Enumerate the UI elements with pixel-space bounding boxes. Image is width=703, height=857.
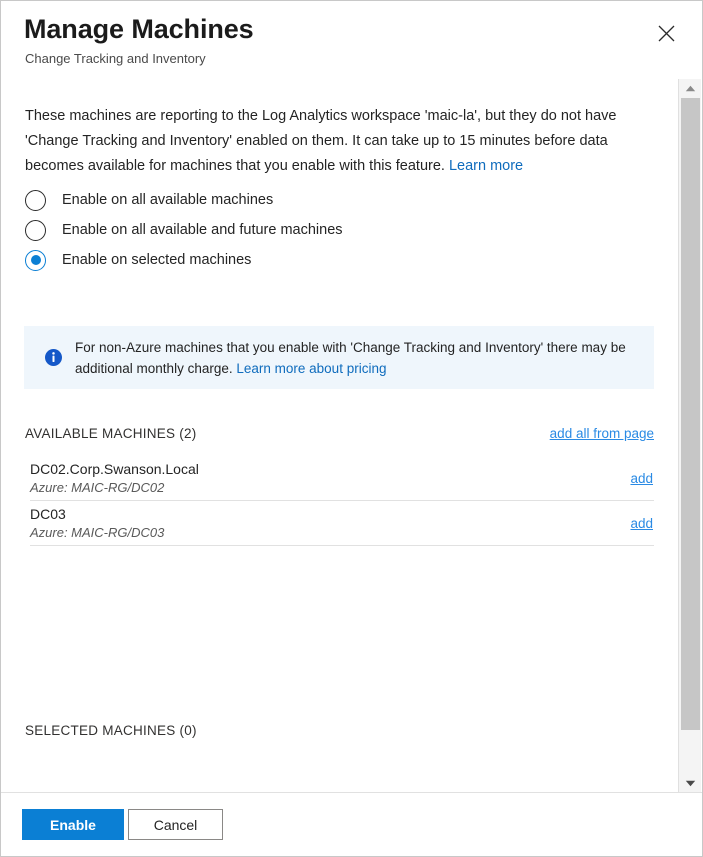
dialog-header: Manage Machines Change Tracking and Inve… <box>1 1 702 77</box>
available-machines-header: AVAILABLE MACHINES (2) add all from page <box>25 426 654 441</box>
description-paragraph: These machines are reporting to the Log … <box>25 108 617 174</box>
scrollbar-thumb[interactable] <box>681 98 700 730</box>
available-machines-list: DC02.Corp.Swanson.Local Azure: MAIC-RG/D… <box>30 456 654 546</box>
dialog-subtitle: Change Tracking and Inventory <box>25 51 206 66</box>
cancel-button[interactable]: Cancel <box>128 809 223 840</box>
page-title: Manage Machines <box>24 14 254 44</box>
add-machine-link[interactable]: add <box>630 471 654 486</box>
radio-circle-icon <box>25 219 46 241</box>
radio-option-selected-machines[interactable]: Enable on selected machines <box>25 245 625 275</box>
radio-option-all-available[interactable]: Enable on all available machines <box>25 185 625 215</box>
info-circle-icon <box>45 349 62 366</box>
radio-label: Enable on all available and future machi… <box>62 222 343 238</box>
machine-info: DC03 Azure: MAIC-RG/DC03 <box>30 505 164 542</box>
radio-option-all-available-and-future[interactable]: Enable on all available and future machi… <box>25 215 625 245</box>
machine-name: DC03 <box>30 505 66 522</box>
vertical-scrollbar[interactable] <box>678 79 701 792</box>
close-button[interactable] <box>652 19 680 47</box>
close-icon <box>658 25 675 42</box>
machine-info: DC02.Corp.Swanson.Local Azure: MAIC-RG/D… <box>30 460 199 497</box>
radio-label: Enable on all available machines <box>62 192 274 208</box>
info-banner-text: For non-Azure machines that you enable w… <box>75 337 654 379</box>
description-text: These machines are reporting to the Log … <box>25 104 655 179</box>
machine-subtitle: Azure: MAIC-RG/DC03 <box>30 524 165 540</box>
learn-more-link[interactable]: Learn more <box>449 158 523 174</box>
caret-down-icon <box>685 780 696 787</box>
pricing-link[interactable]: Learn more about pricing <box>236 361 386 376</box>
enable-button[interactable]: Enable <box>22 809 124 840</box>
available-machines-title: AVAILABLE MACHINES (2) <box>25 426 197 441</box>
machine-name: DC02.Corp.Swanson.Local <box>30 460 199 477</box>
scroll-up-button[interactable] <box>679 79 701 97</box>
manage-machines-dialog: Manage Machines Change Tracking and Inve… <box>0 0 703 857</box>
machine-subtitle: Azure: MAIC-RG/DC02 <box>30 479 165 495</box>
dialog-footer: Enable Cancel <box>1 792 702 856</box>
selected-machines-title: SELECTED MACHINES (0) <box>25 723 197 738</box>
add-all-from-page-link[interactable]: add all from page <box>550 426 654 441</box>
table-row[interactable]: DC02.Corp.Swanson.Local Azure: MAIC-RG/D… <box>30 456 654 501</box>
pricing-info-banner: For non-Azure machines that you enable w… <box>24 326 654 389</box>
enable-scope-radio-group: Enable on all available machines Enable … <box>25 185 625 275</box>
dialog-body: These machines are reporting to the Log … <box>1 79 679 792</box>
selected-machines-header: SELECTED MACHINES (0) <box>25 723 654 738</box>
scroll-down-button[interactable] <box>679 774 701 792</box>
caret-up-icon <box>685 85 696 92</box>
add-machine-link[interactable]: add <box>630 516 654 531</box>
table-row[interactable]: DC03 Azure: MAIC-RG/DC03 add <box>30 501 654 546</box>
radio-label: Enable on selected machines <box>62 252 252 268</box>
radio-circle-selected-icon <box>25 249 46 271</box>
radio-circle-icon <box>25 189 46 211</box>
